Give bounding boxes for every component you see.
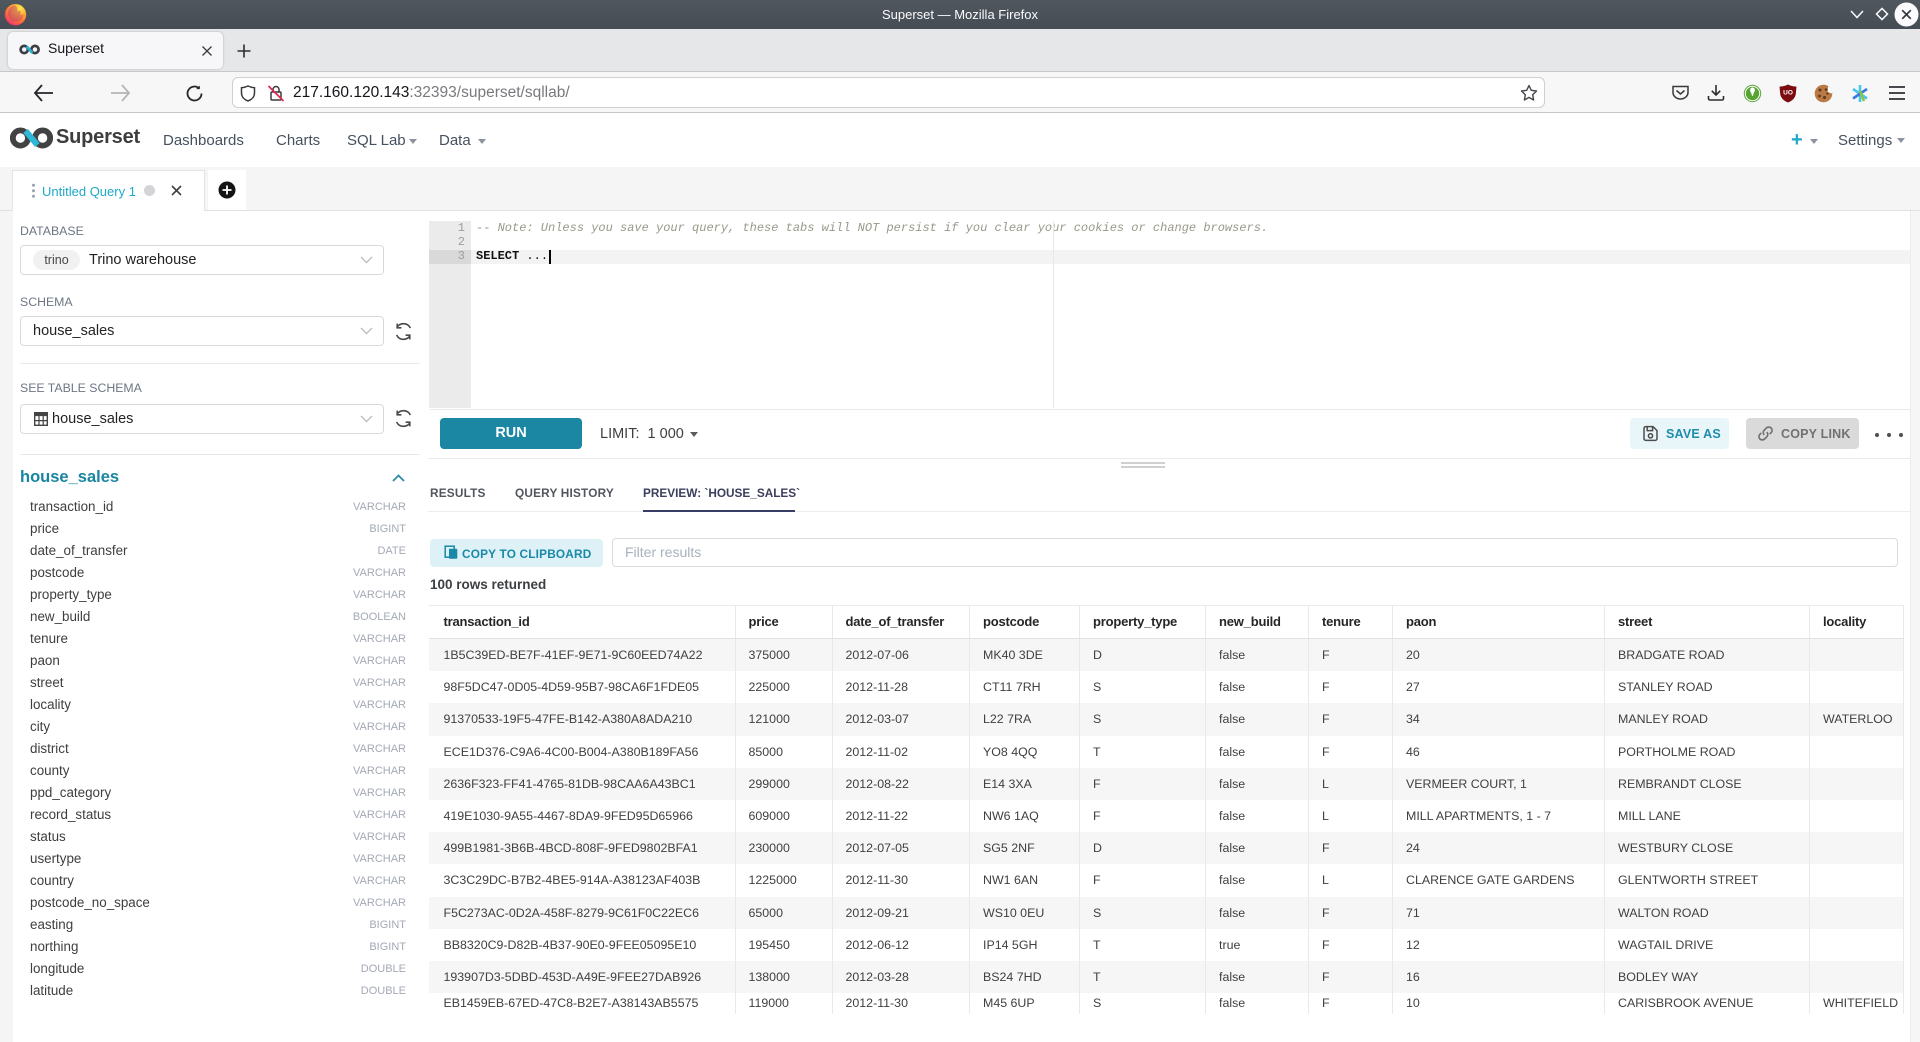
svg-text:UO: UO (1783, 90, 1793, 97)
